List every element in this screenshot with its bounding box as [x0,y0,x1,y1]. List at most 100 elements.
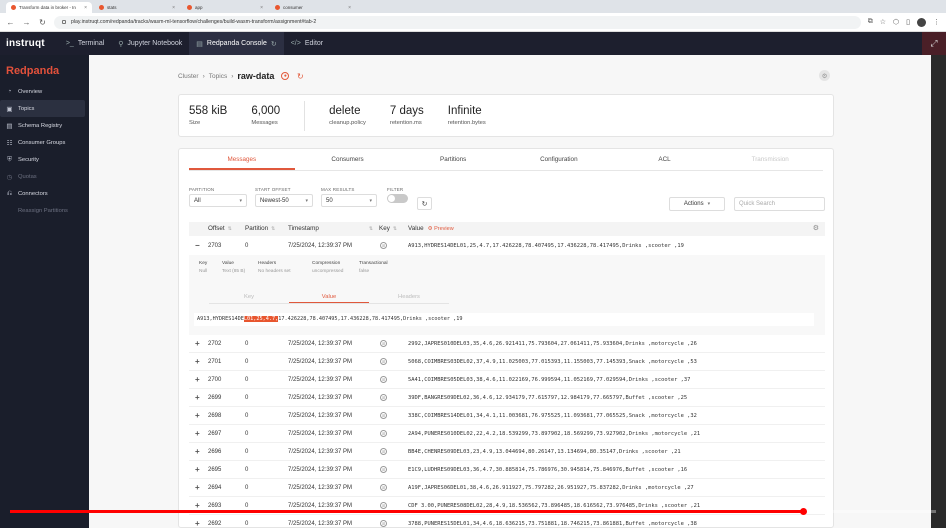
detail-tab[interactable]: Key [209,291,289,303]
raw-value[interactable]: A913,HYDRES14DEL01,25,4.7,17.426228,78.4… [194,313,814,326]
close-icon[interactable]: × [348,5,351,11]
col-offset[interactable]: Offset ⇅ [208,222,232,236]
table-row[interactable]: +2692 0 7/25/2024, 12:39:37 PM ⊘ 3788,PUNERE… [189,515,825,527]
video-progress-bar[interactable] [10,508,936,515]
partition-select[interactable]: All ▾ [189,194,247,207]
meta-field: Key Null [199,261,207,274]
chevron-down-icon: ▾ [305,197,308,204]
start-offset-filter: START OFFSET Newest-50 ▾ [255,187,313,207]
column-settings-icon[interactable]: ⚙ [813,222,819,236]
topic-tab[interactable]: Messages [189,149,295,170]
row-key: ⊘ [380,479,387,497]
extensions-icon[interactable]: ⬡ [893,18,899,26]
stat-label: Size [189,120,201,126]
quick-search-input[interactable]: Quick Search [734,197,825,211]
cast-icon[interactable]: ⧉ [868,18,873,26]
instruqt-tab[interactable]: ⚲ Jupyter Notebook [111,32,189,55]
close-icon[interactable]: × [84,5,87,11]
url-input[interactable]: play.instruqt.com/redpanda/tracks/wasm-m… [54,15,861,29]
browser-tab[interactable]: stats × [94,2,180,13]
instruqt-tab[interactable]: >_ Terminal [59,32,111,55]
actions-button[interactable]: Actions ▾ [669,197,725,211]
collapse-icon[interactable]: − [195,237,200,255]
tab-icon: ⚲ [118,40,124,48]
sidebar-item[interactable]: ▤ Schema Registry [0,117,85,134]
table-row[interactable]: +2700 0 7/25/2024, 12:39:37 PM ⊘ 5A41,COIMBR… [189,371,825,389]
close-icon[interactable]: × [260,5,263,11]
expand-icon[interactable]: + [195,461,200,479]
sidebar-item[interactable]: ◔ Overview [0,83,85,100]
settings-icon[interactable]: ⚙ [819,70,830,81]
browser-address-bar: ← → ↻ play.instruqt.com/redpanda/tracks/… [0,13,946,32]
start-offset-select[interactable]: Newest-50 ▾ [255,194,313,207]
expand-icon[interactable]: + [195,353,200,371]
null-key-icon: ⊘ [380,484,387,491]
table-row[interactable]: +2701 0 7/25/2024, 12:39:37 PM ⊘ 5068,COIMBR… [189,353,825,371]
breadcrumb-cluster[interactable]: Cluster [178,73,199,80]
instruqt-tab[interactable]: ▤ Redpanda Console ↻ [189,32,284,55]
table-row[interactable]: +2699 0 7/25/2024, 12:39:37 PM ⊘ 39DF,BANGRE… [189,389,825,407]
reload-icon[interactable]: ↻ [38,18,47,27]
topic-tab[interactable]: Configuration [506,149,612,170]
sidebar-item[interactable]: ☷ Consumer Groups [0,134,85,151]
table-row[interactable]: +2702 0 7/25/2024, 12:39:37 PM ⊘ 2992,JAPRES… [189,335,825,353]
sidepanel-icon[interactable]: ▯ [906,18,910,26]
expand-icon[interactable]: + [195,371,200,389]
expand-icon[interactable]: + [195,425,200,443]
table-row[interactable]: +2697 0 7/25/2024, 12:39:37 PM ⊘ 2A94,PUNERE… [189,425,825,443]
table-row-expanded[interactable]: − 2703 0 7/25/2024, 12:39:37 PM ⊘ A913,H… [189,237,825,255]
preview-label: Preview [434,226,454,232]
expand-icon[interactable]: + [195,389,200,407]
breadcrumb-topics[interactable]: Topics [209,73,227,80]
tab-icon: >_ [65,40,74,47]
forward-icon[interactable]: → [22,18,31,27]
col-value[interactable]: Value ⚙ Preview [408,222,454,236]
page-title: raw-data [237,71,275,81]
browser-tab[interactable]: Transform data in broker - In × [6,2,92,13]
fullscreen-icon[interactable]: ⤢ [922,32,946,55]
topic-tab[interactable]: Partitions [400,149,506,170]
chevron-down-icon: ▾ [369,197,372,204]
breadcrumb-separator: › [202,72,205,80]
profile-avatar[interactable] [917,17,926,27]
table-row[interactable]: +2696 0 7/25/2024, 12:39:37 PM ⊘ BB4E,CHENRE… [189,443,825,461]
sidebar-item[interactable]: ⛨ Security [0,151,85,168]
expand-icon[interactable]: + [195,515,200,527]
detail-tab[interactable]: Value [289,291,369,303]
topic-refresh-icon[interactable]: ↻ [296,72,304,81]
browser-tab[interactable]: consumer × [270,2,356,13]
browser-menu-icon[interactable]: ⋮ [933,18,940,26]
instruqt-tab[interactable]: </> Editor [284,32,330,55]
reload-icon[interactable]: ↻ [271,40,277,48]
col-partition[interactable]: Partition ⇅ [245,222,275,236]
meta-label: Value [222,261,234,266]
preview-link[interactable]: ⚙ Preview [428,226,454,232]
browser-tab[interactable]: app × [182,2,268,13]
sidebar-item[interactable]: ⎌ Connectors [0,185,85,202]
col-key[interactable]: Key ⇅ [379,222,397,236]
filter-toggle[interactable] [387,194,408,203]
topic-status-icon[interactable]: ● [281,72,290,80]
col-timestamp[interactable]: Timestamp ⇅ [288,222,373,236]
table-row[interactable]: +2698 0 7/25/2024, 12:39:37 PM ⊘ 338C,COIMBR… [189,407,825,425]
meta-field: Value Text (85 B) [222,261,245,274]
expand-icon[interactable]: + [195,407,200,425]
browser-tab-label: app [195,5,203,10]
expand-icon[interactable]: + [195,479,200,497]
topic-tab[interactable]: ACL [612,149,718,170]
topic-tab[interactable]: Consumers [295,149,401,170]
refresh-button[interactable]: ↻ [417,197,432,210]
table-row[interactable]: +2695 0 7/25/2024, 12:39:37 PM ⊘ E1C9,LUDHRE… [189,461,825,479]
detail-tab[interactable]: Headers [369,291,449,303]
video-scrub-handle[interactable] [799,508,807,515]
back-icon[interactable]: ← [6,18,15,27]
expand-icon[interactable]: + [195,443,200,461]
table-row[interactable]: +2694 0 7/25/2024, 12:39:37 PM ⊘ A19F,JAPRES… [189,479,825,497]
filter-label: FILTER [387,187,404,192]
max-results-select[interactable]: 50 ▾ [321,194,377,207]
sidebar-item[interactable]: ▣ Topics [0,100,85,117]
bookmark-star-icon[interactable]: ☆ [880,18,886,26]
close-icon[interactable]: × [172,5,175,11]
expand-icon[interactable]: + [195,335,200,353]
start-offset-label: START OFFSET [255,187,291,192]
